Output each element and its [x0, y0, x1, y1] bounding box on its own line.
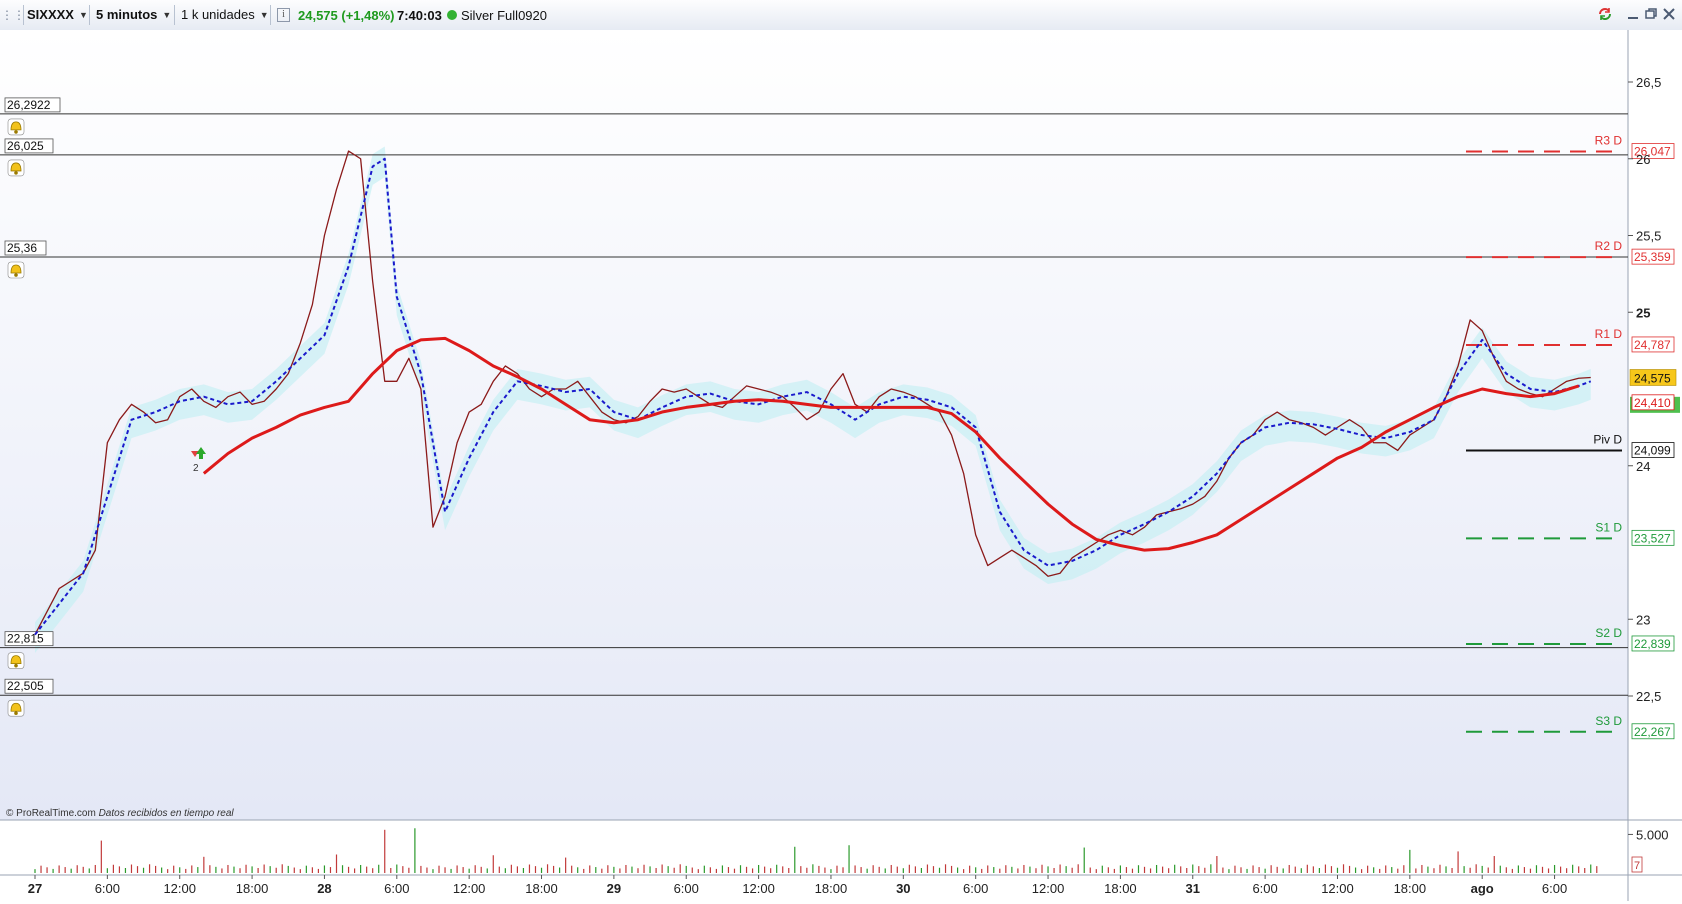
- average-value-label: 24,410: [1634, 396, 1671, 410]
- restore-icon[interactable]: [1643, 6, 1659, 22]
- volume-last-label: 7: [1634, 860, 1640, 872]
- alert-label: 26,025: [7, 139, 44, 153]
- clock-time: 7:40:03: [397, 8, 442, 23]
- toolbar-separator: [174, 5, 175, 25]
- y-tick-label: 25: [1636, 305, 1650, 320]
- pivot-value: 24,787: [1634, 338, 1671, 352]
- x-tick-label: 6:00: [674, 881, 699, 896]
- x-tick-label: 6:00: [95, 881, 120, 896]
- close-icon[interactable]: [1661, 6, 1677, 22]
- alert-bell-icon[interactable]: [7, 652, 25, 669]
- price-chart[interactable]: 26,292226,02525,3622,81522,505 R3 D26,04…: [0, 30, 1682, 901]
- volume-panel: 5.000 7: [34, 827, 1669, 873]
- y-tick-label: 26,5: [1636, 75, 1661, 90]
- alert-bell-icon[interactable]: [7, 118, 25, 136]
- live-status-icon: [447, 10, 457, 20]
- toolbar-separator: [23, 5, 24, 25]
- x-tick-label: 6:00: [963, 881, 988, 896]
- pivot-value: 25,359: [1634, 250, 1671, 264]
- x-axis-ticks: 27 6:00 12:00 18:00 28 6:00 12:00 18:00 29 6:00 12…: [28, 875, 1567, 896]
- units-label: 1 k unidades: [181, 7, 255, 22]
- toolbar-separator: [270, 5, 271, 25]
- pivot-name: R3 D: [1595, 134, 1623, 148]
- units-selector[interactable]: 1 k unidades ▼: [181, 4, 269, 25]
- x-tick-label: 12:00: [453, 881, 486, 896]
- symbol-label: SIXXXX: [27, 7, 74, 22]
- x-tick-label: 28: [317, 881, 331, 896]
- y-tick-label: 24: [1636, 459, 1650, 474]
- alert-bell-icon[interactable]: [7, 159, 25, 177]
- plot-background: [0, 30, 1628, 820]
- alert-bell-icon[interactable]: [7, 699, 25, 717]
- x-tick-label: 18:00: [525, 881, 558, 896]
- volume-tick-label: 5.000: [1636, 827, 1669, 842]
- info-icon[interactable]: i: [277, 8, 290, 22]
- alert-label: 22,815: [7, 632, 44, 646]
- x-tick-label: ago: [1471, 881, 1494, 896]
- y-tick-label: 25,5: [1636, 229, 1661, 244]
- x-tick-label: 12:00: [163, 881, 196, 896]
- period-label: 5 minutos: [96, 7, 158, 22]
- pivot-value: 23,527: [1634, 531, 1671, 545]
- price-change: 24,575 (+1,48%): [298, 8, 395, 23]
- x-tick-label: 12:00: [1032, 881, 1065, 896]
- pivot-name: S1 D: [1595, 520, 1622, 534]
- x-tick-label: 18:00: [815, 881, 848, 896]
- symbol-selector[interactable]: SIXXXX ▼: [27, 4, 88, 25]
- period-selector[interactable]: 5 minutos ▼: [96, 4, 171, 25]
- chevron-down-icon: ▼: [78, 9, 88, 20]
- x-tick-label: 31: [1186, 881, 1200, 896]
- alert-label: 26,2922: [7, 98, 51, 112]
- last-price-label: 24,575: [1634, 371, 1671, 385]
- alert-label: 22,505: [7, 679, 44, 693]
- pivot-name: S3 D: [1595, 714, 1622, 728]
- x-tick-label: 6:00: [384, 881, 409, 896]
- drag-handle-icon[interactable]: ⋮⋮: [1, 4, 25, 25]
- alert-label: 25,36: [7, 241, 37, 255]
- x-tick-label: 12:00: [1321, 881, 1354, 896]
- pivot-name: Piv D: [1593, 433, 1622, 447]
- x-tick-label: 18:00: [1104, 881, 1137, 896]
- signal-count: 2: [193, 463, 199, 474]
- x-tick-label: 27: [28, 881, 42, 896]
- y-tick-label: 23: [1636, 612, 1650, 627]
- toolbar-separator: [89, 5, 90, 25]
- sync-icon[interactable]: [1597, 6, 1613, 22]
- chart-toolbar: ⋮⋮ SIXXXX ▼ 5 minutos ▼ 1 k unidades ▼ i…: [0, 0, 1682, 31]
- pivot-value: 24,099: [1634, 444, 1671, 458]
- x-tick-label: 6:00: [1542, 881, 1567, 896]
- x-tick-label: 29: [607, 881, 621, 896]
- minimize-icon[interactable]: [1625, 6, 1641, 22]
- alert-bell-icon[interactable]: [7, 261, 25, 279]
- x-tick-label: 18:00: [236, 881, 269, 896]
- x-tick-label: 30: [896, 881, 910, 896]
- chart-area[interactable]: 26,2922 26,025 25,36 22,815 22,505 R3 D 26,04…: [0, 30, 1682, 901]
- chevron-down-icon: ▼: [162, 9, 172, 20]
- y-tick-label: 22,5: [1636, 689, 1661, 704]
- pivot-value: 22,267: [1634, 725, 1671, 739]
- contract-name: Silver Full0920: [461, 8, 547, 23]
- x-tick-label: 18:00: [1394, 881, 1427, 896]
- pivot-name: S2 D: [1595, 626, 1622, 640]
- copyright-label: © ProRealTime.com Datos recibidos en tie…: [6, 808, 234, 819]
- chevron-down-icon: ▼: [259, 9, 269, 20]
- pivot-value: 22,839: [1634, 637, 1671, 651]
- x-tick-label: 12:00: [742, 881, 775, 896]
- pivot-name: R2 D: [1595, 239, 1623, 253]
- y-tick-label: 26: [1636, 152, 1650, 167]
- x-tick-label: 6:00: [1252, 881, 1277, 896]
- pivot-name: R1 D: [1595, 327, 1623, 341]
